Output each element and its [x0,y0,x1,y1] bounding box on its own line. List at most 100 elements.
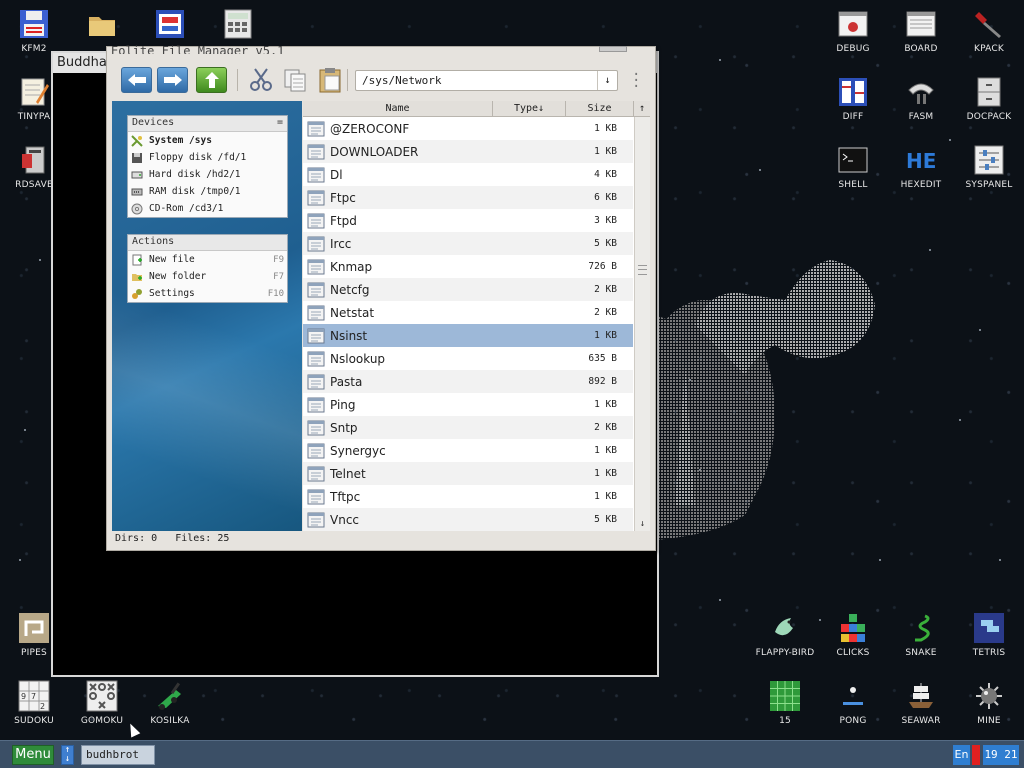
collapse-icon[interactable]: = [277,117,283,130]
file-row[interactable]: Ping 1 KB [303,393,633,416]
desktop-icon-mine[interactable]: MINE [955,680,1023,738]
file-row[interactable]: Synergyc 1 KB [303,439,633,462]
file-icon [307,144,325,159]
path-combobox[interactable]: /sys/Network ↓ [355,70,618,91]
language-indicator[interactable]: En [953,745,970,765]
path-dropdown-button[interactable]: ↓ [597,71,617,90]
desktop-icon-15[interactable]: 15 [751,680,819,738]
desktop-icon-label: KOSILKA [150,716,190,726]
desktop-icon-docpack[interactable]: DOCPACK [955,76,1023,134]
copy-button[interactable] [279,67,310,93]
scissors-icon [249,68,272,91]
file-row[interactable]: Knmap 726 B [303,255,633,278]
desktop-icon-syspanel[interactable]: SYSPANEL [955,144,1023,202]
snake-icon [915,614,930,642]
scrollbar-grip[interactable] [638,265,647,275]
file-row[interactable]: Tftpc 1 KB [303,485,633,508]
desktop-icon-kosilka[interactable]: KOSILKA [136,680,204,738]
file-size: 2 KB [594,284,617,295]
menu-button[interactable]: Menu [12,745,54,765]
back-button[interactable] [121,67,152,93]
file-icon [307,328,325,343]
ram-icon [131,188,143,195]
action-new-folder[interactable]: New folder F7 [128,268,287,285]
desktop-icon-diff[interactable]: DIFF [819,76,887,134]
up-folder-button[interactable] [196,67,227,93]
svg-text:HE: HE [906,149,936,173]
file-row[interactable]: Nslookup 635 B [303,347,633,370]
file-row[interactable]: Netcfg 2 KB [303,278,633,301]
desktop-icon-label: HEXEDIT [900,180,942,190]
column-header-name[interactable]: Name [303,101,493,116]
cut-button[interactable] [245,67,276,93]
vertical-scrollbar[interactable]: ↓ [634,117,650,531]
floppy-icon [132,152,142,163]
file-name: Ftpd [330,213,357,228]
file-row[interactable]: Telnet 1 KB [303,462,633,485]
file-row[interactable]: @ZEROCONF 1 KB [303,117,633,140]
actions-header[interactable]: Actions [128,235,287,251]
kebab-menu-icon[interactable]: · · · [632,68,640,94]
desktop-icon-label: SYSPANEL [965,180,1013,190]
calculator-icon [224,9,252,39]
desktop-icon-label: PONG [839,716,867,726]
action-new-file[interactable]: New file F9 [128,251,287,268]
devices-header[interactable]: Devices = [128,116,287,132]
desktop-icon-shell[interactable]: SHELL [819,144,887,202]
file-row[interactable]: Ftpc 6 KB [303,186,633,209]
desktop-icon-hexedit[interactable]: HE HEXEDIT [887,144,955,202]
file-row[interactable]: Sntp 2 KB [303,416,633,439]
file-row[interactable]: Vncc 5 KB [303,508,633,531]
file-row[interactable]: Ircc 5 KB [303,232,633,255]
paste-button[interactable] [314,67,345,93]
pong-icon [843,687,863,705]
desktop-icon-debug[interactable]: DEBUG [819,8,887,66]
device-item-ram-disk[interactable]: RAM disk /tmp0/1 [128,183,287,200]
forward-button[interactable] [157,67,188,93]
desktop-icon-kpack[interactable]: KPACK [955,8,1023,66]
action-settings[interactable]: Settings F10 [128,285,287,302]
file-manager-window[interactable]: Eolite File Manager v5.1 /sys/Network ↓ … [106,44,656,551]
file-row[interactable]: Dl 4 KB [303,163,633,186]
clock[interactable]: 19 21 [983,745,1019,765]
desktop-icon-gomoku[interactable]: GOMOKU [68,680,136,738]
desktop-icon-snake[interactable]: SNAKE [887,612,955,670]
desktop-icon-pong[interactable]: PONG [819,680,887,738]
column-header-type[interactable]: Type↓ [493,101,566,116]
desktop-icon-board[interactable]: BOARD [887,8,955,66]
device-item-cdrom[interactable]: CD-Rom /cd3/1 [128,200,287,217]
notification-indicator[interactable] [972,745,980,765]
desktop-icon-label: MINE [977,716,1001,726]
device-item-hard-disk[interactable]: Hard disk /hd2/1 [128,166,287,183]
task-switch-arrows-icon[interactable]: ↑ ↓ [61,745,74,765]
desktop-icon-flappy-bird[interactable]: FLAPPY-BIRD [750,612,820,670]
file-icon [307,167,325,182]
file-list: Name Type↓ Size ↑ @ZEROCONF 1 KB DOWNLOADE… [303,101,650,531]
desktop-icon-seawar[interactable]: SEAWAR [887,680,955,738]
file-row[interactable]: Netstat 2 KB [303,301,633,324]
desktop-icon-fasm[interactable]: FASM [887,76,955,134]
scroll-down-button[interactable]: ↓ [635,517,650,531]
system-icon [131,134,143,147]
window-title[interactable]: Eolite File Manager v5.1 [111,44,284,54]
sudoku-icon: 9 72 [18,680,50,712]
desktop-icon-label: KPACK [974,44,1004,54]
column-header-size[interactable]: Size [566,101,634,116]
file-row[interactable]: Pasta 892 B [303,370,633,393]
desktop-icon-label: TETRIS [972,648,1006,658]
desktop-icon-sudoku[interactable]: 972 SUDOKU [0,680,68,738]
terminal-icon [838,147,868,173]
taskbar-item-budhbrot[interactable]: budhbrot [81,745,155,765]
device-item-system[interactable]: System /sys [128,132,287,149]
window-minimize-button[interactable] [599,46,627,52]
scroll-up-button[interactable]: ↑ [634,101,650,116]
desktop-icon-tetris[interactable]: TETRIS [955,612,1023,670]
file-icon [307,466,325,481]
desktop-icon-clicks[interactable]: CLICKS [819,612,887,670]
file-icon [307,190,325,205]
file-row[interactable]: Ftpd 3 KB [303,209,633,232]
device-item-floppy[interactable]: Floppy disk /fd/1 [128,149,287,166]
file-row[interactable]: DOWNLOADER 1 KB [303,140,633,163]
file-row[interactable]: Nsinst 1 KB [303,324,633,347]
copy-icon [284,69,305,92]
